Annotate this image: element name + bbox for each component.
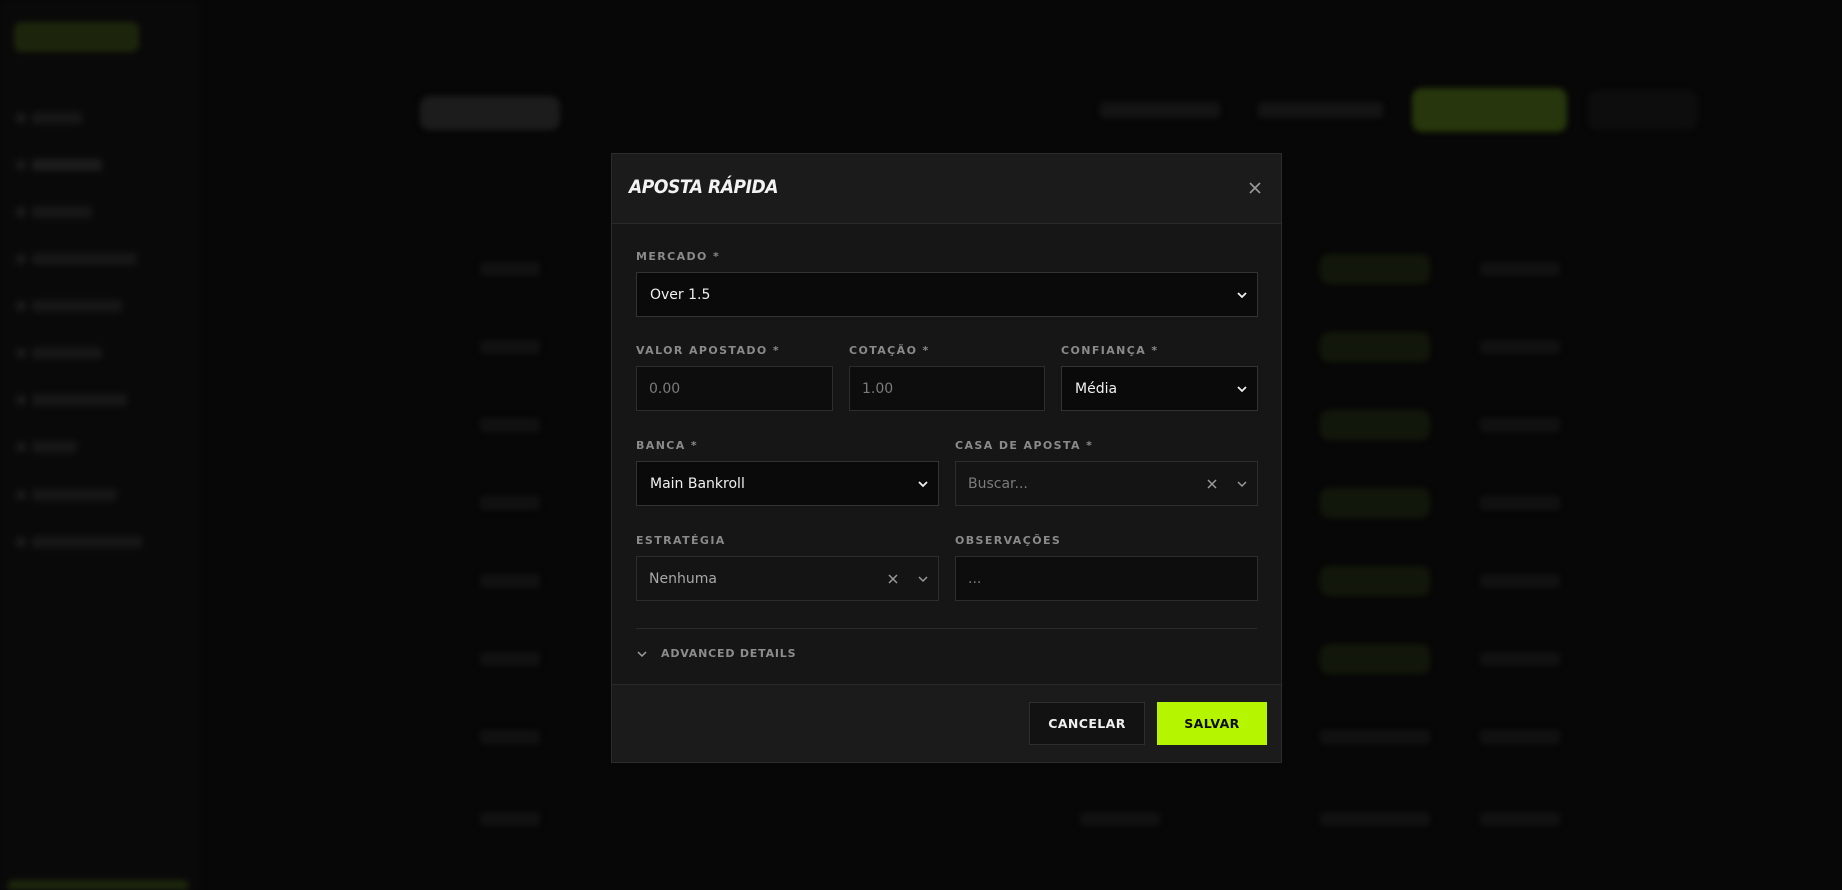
notes-placeholder: ... xyxy=(968,571,982,587)
modal-title: APOSTA RÁPIDA xyxy=(629,176,779,198)
strategy-combobox[interactable]: Nenhuma xyxy=(636,556,939,601)
confidence-value: Média xyxy=(1075,381,1118,397)
odds-placeholder: 1.00 xyxy=(862,381,894,397)
modal-footer: CANCELAR SALVAR xyxy=(612,684,1281,762)
strategy-label: ESTRATÉGIA xyxy=(636,534,726,547)
chevron-down-icon[interactable] xyxy=(916,572,930,586)
stake-label: VALOR APOSTADO * xyxy=(636,344,781,357)
stake-input[interactable]: 0.00 xyxy=(636,366,833,411)
stake-placeholder: 0.00 xyxy=(649,381,681,397)
bank-label: BANCA * xyxy=(636,439,699,452)
chevron-down-icon xyxy=(1237,292,1247,299)
bookmaker-placeholder: Buscar... xyxy=(968,476,1028,492)
chevron-down-icon xyxy=(918,481,928,488)
cancel-button[interactable]: CANCELAR xyxy=(1029,702,1145,745)
close-icon xyxy=(1249,182,1261,194)
bank-value: Main Bankroll xyxy=(650,476,745,492)
notes-label: OBSERVAÇÕES xyxy=(955,534,1062,547)
bookmaker-combobox[interactable]: Buscar... xyxy=(955,461,1258,506)
market-value: Over 1.5 xyxy=(650,287,711,303)
market-label: MERCADO * xyxy=(636,250,721,263)
clear-icon[interactable] xyxy=(886,572,900,586)
bank-select[interactable]: Main Bankroll xyxy=(636,461,939,506)
advanced-details-label: ADVANCED DETAILS xyxy=(661,647,797,660)
chevron-down-icon xyxy=(637,651,647,658)
notes-input[interactable]: ... xyxy=(955,556,1258,601)
quick-bet-modal: APOSTA RÁPIDA MERCADO * Over 1.5 VALOR A… xyxy=(611,153,1282,763)
confidence-label: CONFIANÇA * xyxy=(1061,344,1159,357)
chevron-down-icon[interactable] xyxy=(1235,477,1249,491)
confidence-select[interactable]: Média xyxy=(1061,366,1258,411)
save-button[interactable]: SALVAR xyxy=(1157,702,1267,745)
bookmaker-label: CASA DE APOSTA * xyxy=(955,439,1094,452)
market-select[interactable]: Over 1.5 xyxy=(636,272,1258,317)
strategy-value: Nenhuma xyxy=(649,571,717,587)
modal-header: APOSTA RÁPIDA xyxy=(612,154,1281,224)
chevron-down-icon xyxy=(1237,386,1247,393)
odds-label: COTAÇÃO * xyxy=(849,344,930,357)
clear-icon[interactable] xyxy=(1205,477,1219,491)
close-button[interactable] xyxy=(1247,180,1265,198)
odds-input[interactable]: 1.00 xyxy=(849,366,1045,411)
divider xyxy=(636,628,1257,629)
